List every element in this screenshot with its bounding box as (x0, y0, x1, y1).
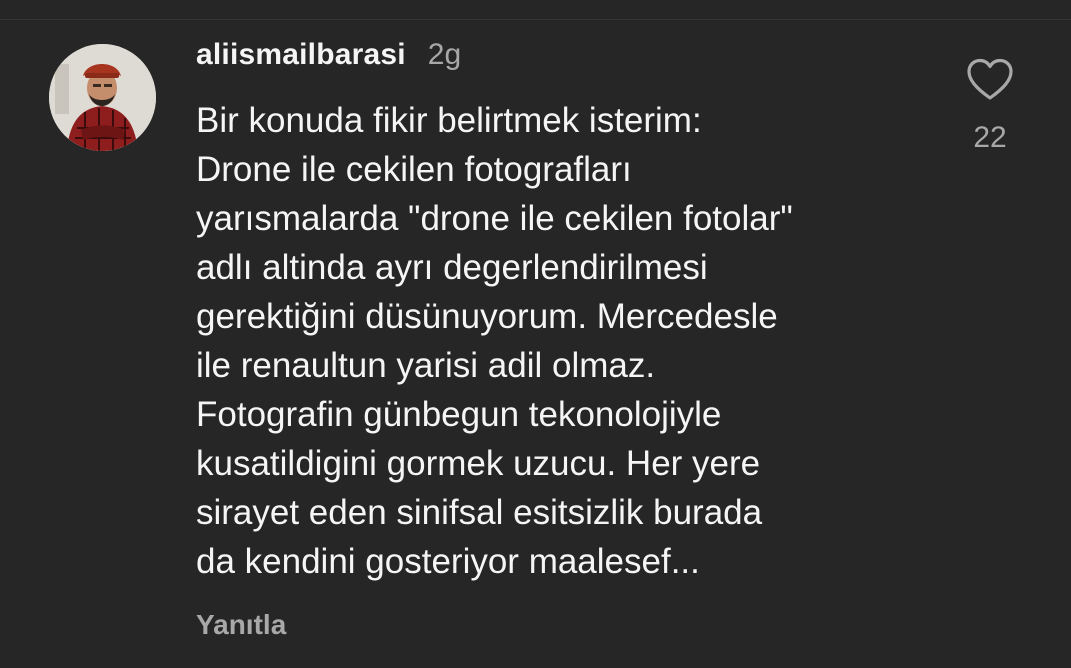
heart-outline-icon[interactable] (966, 58, 1014, 102)
like-count: 22 (973, 121, 1007, 154)
comment-text-line: Bir konuda fikir belirtmek isterim: (196, 101, 702, 140)
comment-text-line: gerektiğini düsünuyorum. Mercedesle (196, 297, 778, 336)
like-area: 22 (960, 58, 1020, 155)
comment-text-line: da kendini gosteriyor maalesef... (196, 542, 700, 581)
comment: aliismailbarasi 2g Bir konuda fikir beli… (0, 0, 1071, 668)
comment-text-line: Drone ile cekilen fotografları (196, 150, 632, 189)
comment-text-line: adlı altinda ayrı degerlendirilmesi (196, 248, 708, 287)
comment-meta: aliismailbarasi 2g (196, 38, 936, 84)
comment-text-line: kusatildigini gormek uzucu. Her yere (196, 444, 761, 483)
comment-text-line: Fotografin günbegun tekonolojiyle (196, 395, 722, 434)
comment-text-line: sirayet eden sinifsal esitsizlik burada (196, 493, 763, 532)
comment-body: aliismailbarasi 2g Bir konuda fikir beli… (196, 38, 936, 641)
comment-text-line: yarısmalarda "drone ile cekilen fotolar" (196, 199, 793, 238)
reply-button[interactable]: Yanıtla (196, 609, 286, 641)
username[interactable]: aliismailbarasi (196, 38, 406, 72)
comment-text-line: ile renaultun yarisi adil olmaz. (196, 346, 656, 385)
timestamp: 2g (427, 38, 462, 71)
comment-text: Bir konuda fikir belirtmek isterim: Dron… (196, 96, 936, 586)
avatar-photo (49, 44, 156, 151)
avatar[interactable] (49, 44, 156, 151)
